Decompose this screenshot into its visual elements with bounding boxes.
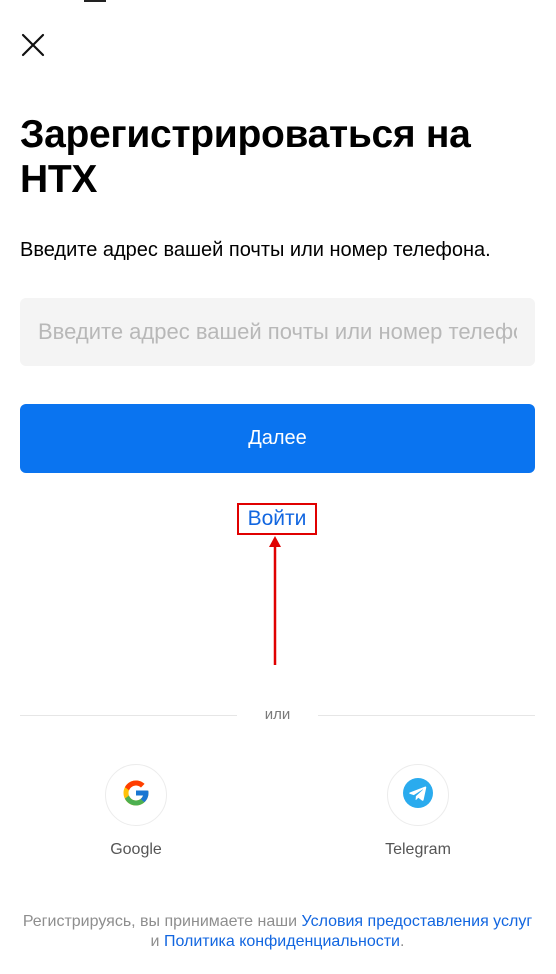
close-icon: [18, 30, 48, 60]
google-label: Google: [110, 841, 162, 858]
telegram-icon: [403, 777, 433, 813]
google-login: Google: [91, 764, 181, 859]
terms-notice: Регистрируясь, вы принимаете наши Услови…: [20, 912, 535, 952]
divider-line-left: [20, 715, 237, 716]
telegram-label: Telegram: [385, 841, 451, 858]
page-title: Зарегистрироваться на HTX: [20, 113, 471, 201]
telegram-login: Telegram: [373, 764, 463, 859]
next-button[interactable]: Далее: [20, 404, 535, 473]
email-phone-label: Введите адрес вашей почты или номер теле…: [20, 239, 491, 261]
privacy-policy-link[interactable]: Политика конфиденциальности: [164, 933, 400, 950]
telegram-login-button[interactable]: [387, 764, 449, 826]
login-link[interactable]: Войти: [237, 503, 317, 535]
status-bar-fragment: [84, 0, 106, 2]
google-login-button[interactable]: [105, 764, 167, 826]
close-button[interactable]: [18, 30, 48, 60]
terms-suffix: .: [399, 933, 405, 950]
terms-of-service-link[interactable]: Условия предоставления услуг: [301, 913, 532, 930]
divider-line-right: [318, 715, 535, 716]
terms-prefix: Регистрируясь, вы принимаете наши: [22, 913, 302, 930]
email-phone-input[interactable]: [20, 298, 535, 366]
or-divider-label: или: [264, 706, 291, 723]
google-icon: [121, 778, 151, 813]
terms-conjunction: и: [150, 933, 164, 950]
annotation-arrow: [269, 536, 281, 665]
email-phone-field-container: [20, 298, 535, 366]
